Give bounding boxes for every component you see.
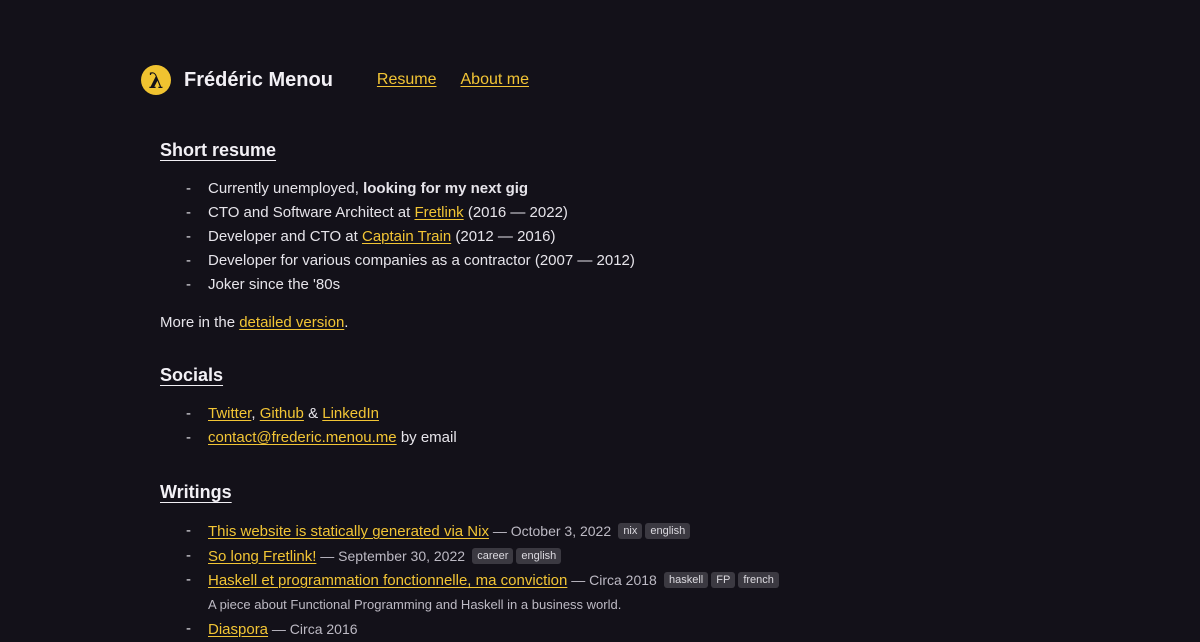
list-bullet: - xyxy=(186,276,191,293)
fretlink-link[interactable]: Fretlink xyxy=(414,204,463,221)
writings-list: - This website is statically generated v… xyxy=(160,519,1060,641)
list-bullet: - xyxy=(186,619,191,637)
writing-title-link[interactable]: So long Fretlink! xyxy=(208,548,316,565)
resume-item: - CTO and Software Architect at Fretlink… xyxy=(160,201,1060,225)
github-link[interactable]: Github xyxy=(260,405,304,422)
writing-description: A piece about Functional Programming and… xyxy=(208,596,622,612)
more-details-line: More in the detailed version. xyxy=(160,311,1060,335)
writing-date: — Circa 2016 xyxy=(268,620,358,637)
tag-badge[interactable]: FP xyxy=(711,572,736,588)
writing-item: - This website is statically generated v… xyxy=(160,519,1060,544)
tag-badge[interactable]: career xyxy=(472,547,514,564)
writing-title-link[interactable]: Diaspora xyxy=(208,621,268,638)
site-name[interactable]: Frédéric Menou xyxy=(184,69,333,92)
resume-item-text: Developer for various companies as a con… xyxy=(208,252,635,269)
writing-date: — October 3, 2022 xyxy=(488,523,612,539)
socials-section: Socials - Twitter, Github & LinkedIn - c… xyxy=(160,362,1060,450)
socials-list: - Twitter, Github & LinkedIn - contact@f… xyxy=(160,402,1060,450)
socials-item: - contact@frederic.menou.me by email xyxy=(160,426,1060,450)
writing-item: - Haskell et programmation fonctionnelle… xyxy=(160,568,1060,593)
socials-item: - Twitter, Github & LinkedIn xyxy=(160,402,1060,426)
resume-item-text: CTO and Software Architect at xyxy=(208,204,415,221)
email-suffix: by email xyxy=(396,429,457,446)
resume-item: - Joker since the '80s xyxy=(160,273,1060,297)
list-bullet: - xyxy=(186,571,191,588)
twitter-link[interactable]: Twitter xyxy=(208,405,251,422)
short-resume-section: Short resume - Currently unemployed, loo… xyxy=(160,137,1060,335)
resume-item-text: Currently unemployed, xyxy=(208,180,364,197)
writing-date: — September 30, 2022 xyxy=(316,547,466,564)
separator: & xyxy=(303,405,323,422)
tag-badge[interactable]: nix xyxy=(618,523,643,539)
resume-item-bold: looking for my next gig xyxy=(363,180,529,197)
tag-badge[interactable]: english xyxy=(516,547,562,564)
nav-link-resume[interactable]: Resume xyxy=(377,71,437,89)
list-bullet: - xyxy=(186,180,191,197)
list-bullet: - xyxy=(186,429,191,446)
more-suffix: . xyxy=(344,314,349,331)
more-prefix: More in the xyxy=(160,314,240,331)
writing-date: — Circa 2018 xyxy=(567,572,657,588)
nav-link-about-me[interactable]: About me xyxy=(461,71,529,89)
writing-title-link[interactable]: This website is statically generated via… xyxy=(208,523,489,540)
lambda-logo-icon[interactable]: λ xyxy=(141,65,171,95)
short-resume-heading: Short resume xyxy=(160,140,277,160)
captain-train-link[interactable]: Captain Train xyxy=(362,228,451,245)
resume-item-dates: (2016 — 2022) xyxy=(463,204,568,221)
tag-badge[interactable]: english xyxy=(645,523,691,539)
list-bullet: - xyxy=(186,405,191,422)
tag-badge[interactable]: french xyxy=(738,572,779,588)
site-header: λ Frédéric Menou Resume About me xyxy=(141,64,529,96)
list-bullet: - xyxy=(186,252,191,269)
list-bullet: - xyxy=(186,522,191,539)
main-nav: Resume About me xyxy=(377,71,529,89)
detailed-version-link[interactable]: detailed version xyxy=(239,314,344,331)
list-bullet: - xyxy=(186,228,191,245)
list-bullet: - xyxy=(186,546,191,564)
email-link[interactable]: contact@frederic.menou.me xyxy=(208,429,397,446)
list-bullet: - xyxy=(186,204,191,221)
resume-item: - Developer for various companies as a c… xyxy=(160,249,1060,273)
writing-item: - So long Fretlink! — September 30, 2022… xyxy=(160,544,1060,569)
main-content: Short resume - Currently unemployed, loo… xyxy=(160,137,1060,641)
separator: , xyxy=(251,405,260,422)
resume-item-text: Developer and CTO at xyxy=(208,228,362,245)
writing-item: - Diaspora — Circa 2016 xyxy=(160,617,1060,642)
tag-badge[interactable]: haskell xyxy=(664,572,709,588)
resume-item-dates: (2012 — 2016) xyxy=(451,228,556,245)
linkedin-link[interactable]: LinkedIn xyxy=(322,405,379,422)
writing-title-link[interactable]: Haskell et programmation fonctionnelle, … xyxy=(208,572,567,589)
resume-item: - Developer and CTO at Captain Train (20… xyxy=(160,225,1060,249)
resume-list: - Currently unemployed, looking for my n… xyxy=(160,177,1060,297)
writings-section: Writings - This website is statically ge… xyxy=(160,479,1060,641)
writings-heading: Writings xyxy=(160,482,232,502)
socials-heading: Socials xyxy=(160,365,224,385)
resume-item-text: Joker since the '80s xyxy=(208,276,341,293)
resume-item: - Currently unemployed, looking for my n… xyxy=(160,177,1060,201)
